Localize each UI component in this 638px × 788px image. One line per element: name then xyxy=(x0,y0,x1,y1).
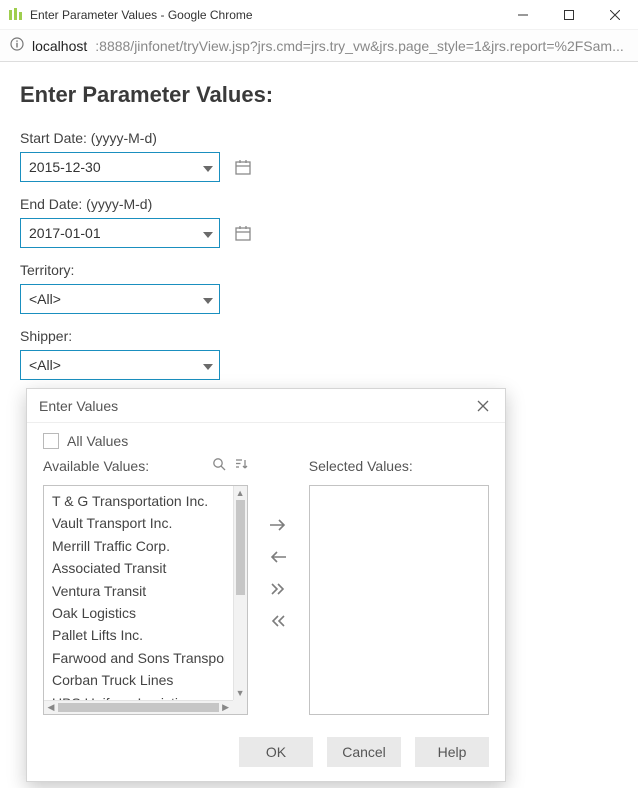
scroll-up-icon[interactable]: ▲ xyxy=(234,486,247,500)
list-item[interactable]: T & G Transportation Inc. xyxy=(52,490,225,512)
shipper-combo[interactable]: <All> xyxy=(20,350,220,380)
window-titlebar: Enter Parameter Values - Google Chrome xyxy=(0,0,638,30)
list-item[interactable]: Oak Logistics xyxy=(52,602,225,624)
window-minimize-button[interactable] xyxy=(500,0,546,30)
available-values-listbox[interactable]: T & G Transportation Inc.Vault Transport… xyxy=(43,485,248,715)
scroll-right-icon[interactable]: ▶ xyxy=(219,701,233,714)
add-button[interactable] xyxy=(262,513,294,537)
start-date-value: 2015-12-30 xyxy=(29,159,101,175)
dialog-title: Enter Values xyxy=(39,398,118,414)
start-date-calendar-button[interactable] xyxy=(230,154,256,180)
ok-button[interactable]: OK xyxy=(239,737,313,767)
scroll-thumb[interactable] xyxy=(58,703,219,712)
url-rest: :8888/jinfonet/tryView.jsp?jrs.cmd=jrs.t… xyxy=(95,38,628,54)
all-values-checkbox[interactable] xyxy=(43,433,59,449)
start-date-combo[interactable]: 2015-12-30 xyxy=(20,152,220,182)
selected-values-listbox[interactable] xyxy=(309,485,489,715)
page-title: Enter Parameter Values: xyxy=(20,82,618,108)
caret-down-icon xyxy=(203,225,213,241)
scroll-thumb[interactable] xyxy=(236,500,245,595)
add-all-button[interactable] xyxy=(262,577,294,601)
list-item[interactable]: UBS Uniform Logistics xyxy=(52,692,225,700)
available-values-label: Available Values: xyxy=(43,458,149,474)
window-maximize-button[interactable] xyxy=(546,0,592,30)
remove-all-button[interactable] xyxy=(262,609,294,633)
end-date-combo[interactable]: 2017-01-01 xyxy=(20,218,220,248)
all-values-label: All Values xyxy=(67,433,128,449)
caret-down-icon xyxy=(203,291,213,307)
list-item[interactable]: Corban Truck Lines xyxy=(52,669,225,691)
window-close-button[interactable] xyxy=(592,0,638,30)
list-item[interactable]: Associated Transit xyxy=(52,557,225,579)
address-bar[interactable]: localhost :8888/jinfonet/tryView.jsp?jrs… xyxy=(0,30,638,62)
end-date-value: 2017-01-01 xyxy=(29,225,101,241)
caret-down-icon xyxy=(203,159,213,175)
site-info-icon[interactable] xyxy=(10,37,24,54)
list-item[interactable]: Ventura Transit xyxy=(52,580,225,602)
sort-icon[interactable] xyxy=(234,457,248,476)
remove-button[interactable] xyxy=(262,545,294,569)
caret-down-icon xyxy=(203,357,213,373)
scroll-down-icon[interactable]: ▼ xyxy=(234,686,247,700)
scroll-left-icon[interactable]: ◀ xyxy=(44,701,58,714)
list-item[interactable]: Vault Transport Inc. xyxy=(52,512,225,534)
list-item[interactable]: Farwood and Sons Transport xyxy=(52,647,225,669)
help-button[interactable]: Help xyxy=(415,737,489,767)
start-date-label: Start Date: (yyyy-M-d) xyxy=(20,130,618,146)
window-title: Enter Parameter Values - Google Chrome xyxy=(30,8,253,22)
selected-values-label: Selected Values: xyxy=(309,458,413,474)
search-icon[interactable] xyxy=(212,457,226,476)
shipper-value: <All> xyxy=(29,357,61,373)
territory-value: <All> xyxy=(29,291,61,307)
cancel-button[interactable]: Cancel xyxy=(327,737,401,767)
territory-label: Territory: xyxy=(20,262,618,278)
app-icon xyxy=(8,7,24,23)
url-host: localhost xyxy=(32,38,87,54)
horizontal-scrollbar[interactable]: ◀ ▶ xyxy=(44,700,233,714)
end-date-label: End Date: (yyyy-M-d) xyxy=(20,196,618,212)
shipper-label: Shipper: xyxy=(20,328,618,344)
territory-combo[interactable]: <All> xyxy=(20,284,220,314)
end-date-calendar-button[interactable] xyxy=(230,220,256,246)
enter-values-dialog: Enter Values All Values Available Values… xyxy=(26,388,506,782)
list-item[interactable]: Merrill Traffic Corp. xyxy=(52,535,225,557)
dialog-close-button[interactable] xyxy=(473,396,493,416)
vertical-scrollbar[interactable]: ▲ ▼ xyxy=(233,486,247,700)
list-item[interactable]: Pallet Lifts Inc. xyxy=(52,624,225,646)
